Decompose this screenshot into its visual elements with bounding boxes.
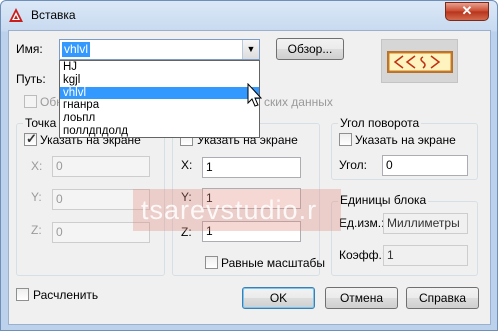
uniform-scale-label: Равные масштабы [221, 256, 325, 270]
factor-value-field: 1 [383, 245, 468, 266]
rotation-specify-label: Указать на экране [355, 133, 456, 147]
block-preview [381, 39, 458, 83]
window-title: Вставка [31, 8, 76, 22]
georeference-label-right: ских данных [264, 95, 333, 109]
dropdown-item[interactable]: HJ [60, 61, 259, 74]
dropdown-item[interactable]: поллдпдолд [60, 125, 259, 138]
scale-x-field[interactable]: 1 [202, 157, 301, 178]
block-name-value: vhlvl [62, 42, 91, 57]
scale-x-label: X: [181, 158, 193, 172]
rotation-title: Угол поворота [338, 116, 422, 130]
insertion-x-label: X: [31, 159, 43, 173]
block-units-title: Единицы блока [338, 193, 429, 207]
chevron-down-icon[interactable]: ▼ [242, 40, 259, 59]
name-label: Имя: [16, 42, 43, 56]
ok-button[interactable]: OK [242, 287, 315, 309]
cancel-button[interactable]: Отмена [325, 287, 398, 309]
uniform-scale-checkbox[interactable] [205, 256, 218, 269]
browse-button[interactable]: Обзор... [276, 38, 344, 60]
insertion-specify-checkbox[interactable]: ✓ [24, 131, 37, 146]
autocad-icon [9, 8, 23, 22]
block-name-combobox[interactable]: vhlvl ▼ [59, 39, 260, 60]
dropdown-item-selected[interactable]: vhlvl [60, 86, 259, 100]
watermark: tsarevstudio.r [133, 189, 341, 231]
help-button[interactable]: Справка [406, 287, 479, 309]
rotation-specify-checkbox[interactable] [339, 133, 352, 146]
title-bar[interactable]: Вставка ✕ [1, 1, 497, 29]
insertion-y-label: Y: [31, 190, 42, 204]
path-label: Путь: [16, 72, 46, 86]
dropdown-item[interactable]: лоьпл [60, 112, 259, 125]
dropdown-item[interactable]: гнанра [60, 99, 259, 112]
rotation-angle-label: Угол: [339, 158, 367, 172]
factor-label: Коэфф.: [339, 248, 386, 262]
close-icon: ✕ [461, 3, 473, 18]
dropdown-item[interactable]: kgjl [60, 74, 259, 87]
unit-label: Ед.изм.: [339, 216, 385, 230]
explode-label: Расчленить [33, 288, 99, 302]
block-preview-graphic [388, 52, 452, 72]
mouse-pointer-icon [247, 83, 263, 107]
unit-value-field: Миллиметры [383, 213, 468, 234]
insertion-z-label: Z: [31, 223, 42, 237]
block-name-dropdown-list: HJ kgjl vhlvl гнанра лоьпл поллдпдолд [59, 60, 260, 138]
georeference-checkbox[interactable] [24, 95, 37, 108]
insertion-x-field[interactable]: 0 [52, 156, 150, 177]
rotation-angle-field[interactable]: 0 [382, 155, 468, 176]
preview-image [387, 51, 453, 73]
checkmark-icon: ✓ [26, 131, 37, 146]
explode-checkbox[interactable] [16, 288, 29, 301]
close-button[interactable]: ✕ [445, 2, 489, 21]
